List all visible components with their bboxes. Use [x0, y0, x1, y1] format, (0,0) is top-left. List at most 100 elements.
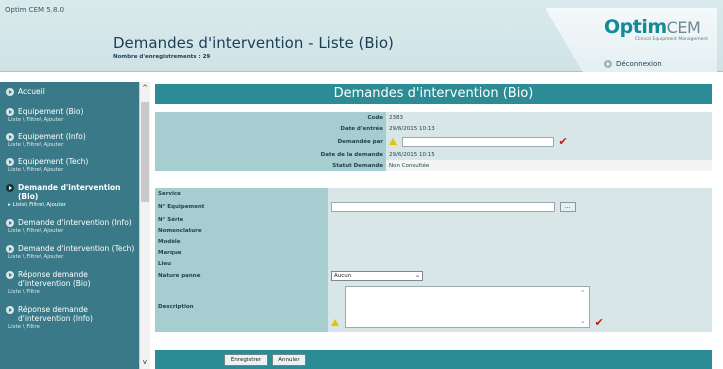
chevron-up-icon[interactable]: ^ — [142, 85, 148, 92]
logo-text: Optim — [604, 16, 667, 38]
arrow-circle-icon — [6, 306, 14, 314]
sidebar-item-label[interactable]: Equipement (Tech) — [18, 157, 88, 166]
warning-icon — [389, 138, 397, 145]
logo-cem-text: CEM — [666, 18, 701, 37]
field-label: N° Equipement — [155, 199, 328, 214]
logout-label: Déconnexion — [616, 60, 662, 68]
form-row-service: Service — [155, 188, 712, 199]
sidebar-item-reponse-info[interactable]: Réponse demande d'intervention (Info) Li… — [0, 295, 139, 330]
sidebar-item-equipement-tech[interactable]: Equipement (Tech) Liste \ Filtre\ Ajoute… — [0, 148, 139, 173]
arrow-circle-icon — [6, 88, 14, 96]
chevron-down-icon: ⌄ — [414, 271, 420, 279]
description-textarea[interactable]: ⌃ ⌄ — [344, 286, 590, 328]
field-label: Service — [155, 188, 328, 199]
field-value — [328, 236, 712, 247]
field-value: 29/6/2015 10:13 — [386, 123, 712, 134]
sidebar-item-label[interactable]: Réponse demande d'intervention (Bio) — [18, 270, 135, 288]
main-content: Demandes d'intervention (Bio) Code 2383 … — [155, 84, 712, 369]
sidebar-item-equipement-bio[interactable]: Equipement (Bio) Liste \ Filtre\ Ajouter — [0, 96, 139, 123]
form-row-lieu: Lieu — [155, 258, 712, 269]
arrow-circle-icon — [6, 133, 14, 141]
cancel-button[interactable]: Annuler — [272, 354, 306, 366]
sidebar-item-reponse-bio[interactable]: Réponse demande d'intervention (Bio) Lis… — [0, 260, 139, 295]
chevron-up-icon[interactable]: ⌃ — [580, 289, 586, 297]
sidebar: Accueil Equipement (Bio) Liste \ Filtre\… — [0, 82, 139, 369]
field-label: Modèle — [155, 236, 328, 247]
form-row-n-serie: N° Série — [155, 214, 712, 225]
arrow-circle-icon — [6, 219, 14, 227]
form-row-nomenclature: Nomenclature — [155, 225, 712, 236]
field-value-cell: Aucun ⌄ — [328, 269, 712, 282]
field-label: N° Série — [155, 214, 328, 225]
sidebar-item-label[interactable]: Demande d'intervention (Bio) — [18, 183, 135, 201]
form-row-demandee-par: Demandée par ✔ — [155, 134, 712, 149]
sidebar-item-links[interactable]: Liste \ Filtre — [6, 324, 135, 330]
n-equipement-input[interactable] — [331, 201, 555, 212]
field-label: Nature panne — [155, 269, 328, 282]
field-label: Marque — [155, 247, 328, 258]
form-footer: Enregistrer Annuler — [155, 350, 712, 369]
sidebar-item-equipement-info[interactable]: Equipement (Info) Liste \ Filtre\ Ajoute… — [0, 123, 139, 148]
field-value-cell: ⌃ ⌄ ✔ — [328, 282, 712, 332]
checkmark-icon: ✔ — [594, 316, 604, 329]
browse-button[interactable]: ... — [559, 201, 576, 212]
sidebar-item-demande-bio[interactable]: Demande d'intervention (Bio) ▸ Liste\ Fi… — [0, 173, 139, 208]
sidebar-item-label[interactable]: Equipement (Bio) — [18, 107, 83, 116]
chevron-down-icon[interactable]: v — [142, 359, 148, 366]
arrow-circle-icon — [6, 158, 14, 166]
field-value: Non Consultée — [386, 160, 712, 171]
arrow-circle-icon — [6, 271, 14, 279]
app-logo: OptimCEM Clinical Equipment Management — [604, 16, 716, 42]
form-row-modele: Modèle — [155, 236, 712, 247]
logout-link[interactable]: Déconnexion — [604, 60, 662, 68]
field-label: Statut Demande — [155, 160, 386, 171]
field-label: Date de la demande — [155, 149, 386, 160]
arrow-circle-icon — [6, 184, 14, 192]
field-value: 2383 — [386, 112, 712, 123]
sidebar-item-label[interactable]: Réponse demande d'intervention (Info) — [18, 305, 135, 323]
arrow-circle-icon — [604, 60, 612, 68]
sidebar-item-label[interactable]: Demande d'intervention (Tech) — [18, 244, 134, 253]
sidebar-item-label[interactable]: Equipement (Info) — [18, 132, 86, 141]
warning-icon — [331, 319, 339, 326]
form-row-marque: Marque — [155, 247, 712, 258]
demandee-par-input[interactable] — [401, 136, 554, 147]
sidebar-scrollbar[interactable]: ^ v — [139, 82, 150, 369]
sidebar-item-label[interactable]: Accueil — [18, 87, 45, 96]
field-value: 29/6/2015 10:15 — [386, 149, 712, 160]
field-value — [328, 214, 712, 225]
form-banner: Demandes d'intervention (Bio) — [155, 84, 712, 104]
field-value — [328, 258, 712, 269]
field-label: Demandée par — [155, 134, 386, 149]
app-header: Optim CEM 5.8.0 Demandes d'intervention … — [0, 0, 723, 72]
field-value — [328, 225, 712, 236]
field-value-cell: ✔ — [386, 134, 712, 149]
field-label: Lieu — [155, 258, 328, 269]
field-label: Description — [155, 282, 328, 332]
chevron-down-icon[interactable]: ⌄ — [580, 317, 586, 325]
form-row-description: Description ⌃ ⌄ ✔ — [155, 282, 712, 332]
field-value — [328, 188, 712, 199]
top-form-table: Code 2383 Date d'entrée 29/6/2015 10:13 … — [155, 112, 712, 171]
record-count: Nombre d'enregistrements : 29 — [113, 54, 211, 60]
field-value — [328, 247, 712, 258]
form-row-date-demande: Date de la demande 29/6/2015 10:15 — [155, 149, 712, 160]
sidebar-item-label[interactable]: Demande d'intervention (Info) — [18, 218, 132, 227]
save-button[interactable]: Enregistrer — [224, 354, 268, 366]
sidebar-item-accueil[interactable]: Accueil — [0, 82, 139, 96]
field-value-cell: ... — [328, 199, 712, 214]
form-row-statut: Statut Demande Non Consultée — [155, 160, 712, 171]
app-version: Optim CEM 5.8.0 — [5, 6, 65, 14]
sidebar-item-demande-tech[interactable]: Demande d'intervention (Tech) Liste \ Fi… — [0, 234, 139, 260]
form-row-n-equipement: N° Equipement ... — [155, 199, 712, 214]
scroll-thumb[interactable] — [141, 102, 149, 202]
field-label: Date d'entrée — [155, 123, 386, 134]
form-row-nature-panne: Nature panne Aucun ⌄ — [155, 269, 712, 282]
field-label: Code — [155, 112, 386, 123]
form-row-code: Code 2383 — [155, 112, 712, 123]
nature-panne-select[interactable]: Aucun ⌄ — [331, 270, 423, 281]
sidebar-item-demande-info[interactable]: Demande d'intervention (Info) Liste \ Fi… — [0, 208, 139, 234]
bottom-form-table: Service N° Equipement ... N° Série Nomen… — [155, 188, 712, 332]
checkmark-icon: ✔ — [558, 134, 568, 148]
field-label: Nomenclature — [155, 225, 328, 236]
